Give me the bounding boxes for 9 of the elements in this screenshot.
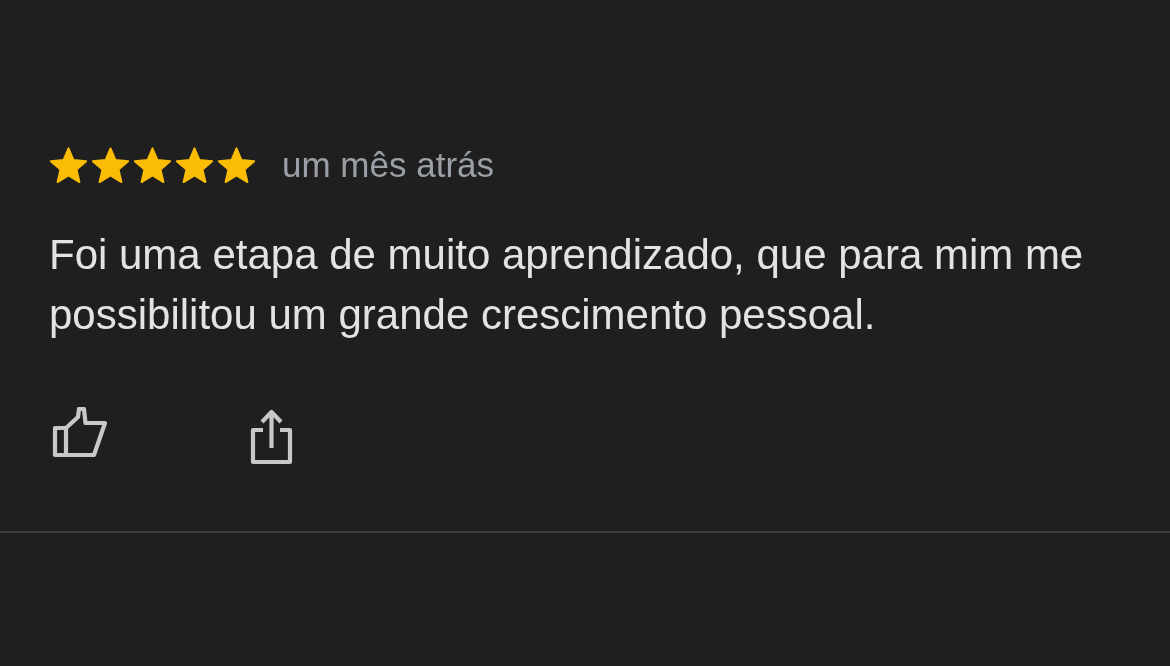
review-text: Foi uma etapa de muito aprendizado, que para mim me possibilitou um grande crescimento pessoal.: [49, 230, 1085, 340]
review-time: um mês atrás: [282, 145, 494, 185]
share-icon[interactable]: [250, 409, 293, 465]
filled-star-icon: [49, 146, 88, 184]
filled-star-icon: [133, 146, 172, 184]
filled-star-icon: [217, 146, 256, 184]
filled-star-icon: [175, 146, 214, 184]
thumbs-up-icon[interactable]: [52, 407, 108, 458]
filled-star-icon: [91, 146, 130, 184]
